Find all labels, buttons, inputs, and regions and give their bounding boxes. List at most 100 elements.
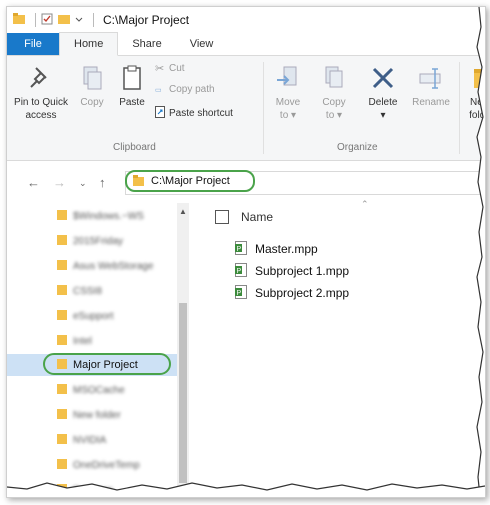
copy-label: Copy xyxy=(80,97,104,108)
svg-text:P: P xyxy=(237,246,242,253)
select-all-checkbox[interactable] xyxy=(215,210,229,224)
nav-item[interactable]: NVIDIA xyxy=(7,429,177,451)
paste-button[interactable]: Paste xyxy=(115,64,149,109)
nav-item[interactable]: $Windows.~WS xyxy=(7,205,177,227)
rename-label: Rename xyxy=(412,97,450,108)
separator xyxy=(93,13,94,27)
nav-item-label: MSOCache xyxy=(73,384,125,396)
nav-pane-scrollbar[interactable]: ▲ xyxy=(177,203,189,497)
nav-item[interactable]: New folder xyxy=(7,404,177,426)
column-header-name[interactable]: Name xyxy=(191,205,485,229)
svg-text:P: P xyxy=(237,290,242,297)
project-file-icon: P xyxy=(235,240,247,258)
move-to-button[interactable]: Move to ▾ xyxy=(269,64,307,122)
clipboard-group-label: Clipboard xyxy=(113,142,156,153)
ribbon-tabs: File Home Share View xyxy=(7,32,485,56)
file-name: Subproject 2.mpp xyxy=(255,286,350,300)
file-row[interactable]: P Subproject 2.mpp xyxy=(235,283,349,303)
folder-icon xyxy=(57,334,67,349)
file-name: Master.mpp xyxy=(255,242,318,256)
nav-item-label: 2015Friday xyxy=(73,235,124,247)
scrollbar-thumb[interactable] xyxy=(179,303,187,483)
explorer-window: C:\Major Project File Home Share View Pi… xyxy=(6,6,486,498)
move-to-label-line2: to ▾ xyxy=(279,110,297,121)
group-separator xyxy=(263,62,264,154)
address-field[interactable]: C:\Major Project xyxy=(125,170,255,192)
folder-icon xyxy=(57,458,67,473)
copy-to-label-line1: Copy xyxy=(322,97,346,108)
file-row[interactable]: P Subproject 1.mpp xyxy=(235,261,349,281)
folder-icon xyxy=(57,209,67,224)
delete-dropdown-arrow: ▾ xyxy=(380,110,386,121)
tab-file[interactable]: File xyxy=(7,33,59,55)
properties-icon[interactable] xyxy=(41,13,53,28)
move-to-icon xyxy=(277,66,297,86)
window-title: C:\Major Project xyxy=(103,13,190,27)
new-folder-icon[interactable] xyxy=(58,13,70,28)
delete-label: Delete xyxy=(368,97,398,108)
nav-item-label: CSSI8 xyxy=(73,285,102,297)
navigation-pane: $Windows.~WS 2015Friday Asus WebStorage … xyxy=(7,203,177,497)
copy-path-icon: ▭ xyxy=(155,86,162,94)
nav-item[interactable]: Intel xyxy=(7,330,177,352)
address-path: C:\Major Project xyxy=(151,175,230,187)
scissors-icon: ✂ xyxy=(155,63,165,75)
nav-item-label: eSupport xyxy=(73,310,114,322)
paste-shortcut-label: Paste shortcut xyxy=(169,108,233,119)
tab-view[interactable]: View xyxy=(176,33,228,55)
paste-icon xyxy=(123,65,141,90)
folder-icon xyxy=(13,12,25,28)
nav-item[interactable]: OneDriveTemp xyxy=(7,454,177,476)
folder-icon xyxy=(133,175,144,186)
torn-edge-right xyxy=(476,7,485,497)
forward-arrow-icon[interactable]: → xyxy=(53,175,66,190)
nav-item-label: Intel xyxy=(73,335,92,347)
delete-button[interactable]: Delete ▾ xyxy=(363,64,403,122)
chevron-down-icon[interactable] xyxy=(75,14,83,26)
nav-item-label: $Windows.~WS xyxy=(73,210,144,222)
cut-label: Cut xyxy=(169,63,185,74)
folder-icon xyxy=(57,408,67,423)
nav-item[interactable]: 2015Friday xyxy=(7,230,177,252)
address-bar-row: ← → ⌄ ↑ C:\Major Project xyxy=(7,167,485,197)
file-row[interactable]: P Master.mpp xyxy=(235,239,318,259)
nav-item[interactable]: CSSI8 xyxy=(7,280,177,302)
pin-to-quick-access-button[interactable]: Pin to Quick access xyxy=(11,64,71,122)
paste-shortcut-icon xyxy=(155,106,169,121)
rename-button[interactable]: Rename xyxy=(409,64,453,109)
back-arrow-icon[interactable]: ← xyxy=(27,175,40,190)
nav-item-major-project[interactable]: Major Project xyxy=(7,353,177,376)
nav-item-label: NVIDIA xyxy=(73,434,107,446)
selection-highlight-ring xyxy=(43,353,171,375)
copy-path-label: Copy path xyxy=(169,84,215,95)
pin-label-line2: access xyxy=(25,110,57,121)
cut-button[interactable]: ✂ Cut xyxy=(155,62,185,75)
folder-icon xyxy=(57,433,67,448)
copy-to-icon xyxy=(325,66,343,88)
copy-to-button[interactable]: Copy to ▾ xyxy=(315,64,353,122)
nav-item[interactable]: eSupport xyxy=(7,305,177,327)
nav-item[interactable]: MSOCache xyxy=(7,379,177,401)
ribbon: Pin to Quick access Copy Paste ✂ Cut ▭ C… xyxy=(7,56,485,161)
rename-icon xyxy=(419,68,441,89)
tab-home[interactable]: Home xyxy=(59,32,119,56)
tab-share[interactable]: Share xyxy=(118,33,175,55)
project-file-icon: P xyxy=(235,262,247,280)
paste-shortcut-button[interactable]: Paste shortcut xyxy=(155,106,233,121)
scroll-up-icon[interactable]: ▲ xyxy=(179,207,187,216)
project-file-icon: P xyxy=(235,284,247,302)
column-name-label: Name xyxy=(241,210,274,224)
up-arrow-icon[interactable]: ↑ xyxy=(99,175,106,190)
copy-path-button[interactable]: ▭ Copy path xyxy=(155,84,215,95)
separator xyxy=(35,13,36,27)
copy-icon xyxy=(83,66,102,90)
recent-locations-chevron-icon[interactable]: ⌄ xyxy=(79,178,87,189)
copy-button[interactable]: Copy xyxy=(75,64,109,109)
pin-label-line1: Pin to Quick xyxy=(14,97,68,108)
folder-icon xyxy=(57,309,67,324)
delete-icon xyxy=(372,67,394,89)
folder-icon xyxy=(57,234,67,249)
paste-label: Paste xyxy=(119,97,145,108)
nav-item[interactable]: Asus WebStorage xyxy=(7,255,177,277)
nav-item-label: Asus WebStorage xyxy=(73,260,154,272)
